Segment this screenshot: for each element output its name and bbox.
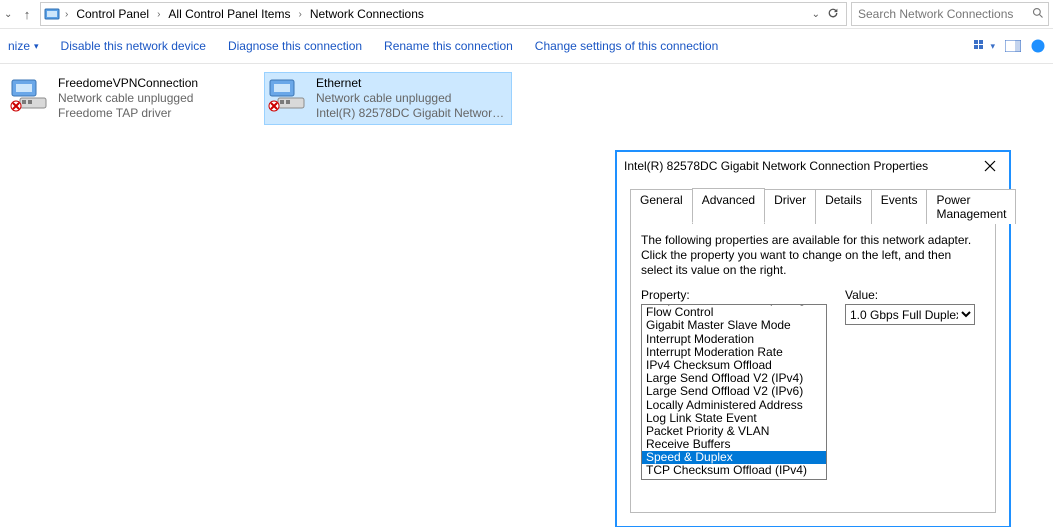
- connection-device: Freedome TAP driver: [58, 106, 198, 121]
- value-label: Value:: [845, 288, 975, 302]
- tab-advanced[interactable]: Advanced: [692, 188, 765, 223]
- breadcrumb[interactable]: › Control Panel › All Control Panel Item…: [40, 2, 847, 26]
- connection-title: FreedomeVPNConnection: [58, 76, 198, 91]
- view-options-icon[interactable]: ▾: [974, 40, 995, 52]
- network-adapter-icon: [268, 76, 308, 112]
- search-icon[interactable]: [1028, 7, 1044, 22]
- tab-events[interactable]: Events: [871, 189, 928, 224]
- command-bar: nize▾ Disable this network device Diagno…: [0, 29, 1053, 64]
- breadcrumb-item[interactable]: Control Panel: [72, 7, 153, 21]
- connection-status: Network cable unplugged: [316, 91, 508, 106]
- change-settings-button[interactable]: Change settings of this connection: [535, 39, 718, 53]
- view-controls: ▾: [974, 39, 1045, 53]
- tab-panel-advanced: The following properties are available f…: [630, 223, 996, 513]
- chevron-right-icon[interactable]: ›: [296, 9, 303, 20]
- property-option[interactable]: Interrupt Moderation Rate: [642, 346, 826, 359]
- address-dropdown-caret[interactable]: ⌄: [812, 9, 820, 20]
- property-option[interactable]: Gigabit Master Slave Mode: [642, 319, 826, 332]
- network-adapter-icon: [10, 76, 50, 112]
- organize-menu[interactable]: nize▾: [8, 39, 39, 53]
- rename-connection-button[interactable]: Rename this connection: [384, 39, 513, 53]
- preview-pane-icon[interactable]: [1005, 40, 1021, 52]
- property-list[interactable]: Adaptive Inter-Frame SpacingFlow Control…: [641, 304, 827, 480]
- dialog-titlebar[interactable]: Intel(R) 82578DC Gigabit Network Connect…: [616, 151, 1010, 181]
- diagnose-connection-button[interactable]: Diagnose this connection: [228, 39, 362, 53]
- up-arrow-icon[interactable]: ↑: [18, 7, 36, 22]
- address-bar: ⌄ ↑ › Control Panel › All Control Panel …: [0, 0, 1053, 29]
- disable-device-button[interactable]: Disable this network device: [61, 39, 206, 53]
- value-select[interactable]: 1.0 Gbps Full Duplex: [845, 304, 975, 325]
- breadcrumb-item[interactable]: All Control Panel Items: [164, 7, 294, 21]
- tab-power-management[interactable]: Power Management: [926, 189, 1016, 224]
- property-option[interactable]: Log Link State Event: [642, 412, 826, 425]
- breadcrumb-item[interactable]: Network Connections: [306, 7, 428, 21]
- close-icon[interactable]: [978, 154, 1002, 178]
- search-box[interactable]: [851, 2, 1049, 26]
- tab-driver[interactable]: Driver: [764, 189, 816, 224]
- tab-general[interactable]: General: [630, 189, 693, 224]
- search-input[interactable]: [856, 6, 1028, 22]
- connection-device: Intel(R) 82578DC Gigabit Network...: [316, 106, 508, 121]
- property-option[interactable]: TCP Checksum Offload (IPv4): [642, 464, 826, 477]
- property-option[interactable]: Locally Administered Address: [642, 399, 826, 412]
- dialog-title: Intel(R) 82578DC Gigabit Network Connect…: [624, 159, 978, 173]
- advanced-description: The following properties are available f…: [641, 233, 985, 278]
- connection-item[interactable]: Ethernet Network cable unplugged Intel(R…: [264, 72, 512, 125]
- connection-status: Network cable unplugged: [58, 91, 198, 106]
- property-option[interactable]: Interrupt Moderation: [642, 333, 826, 346]
- history-dropdown-caret[interactable]: ⌄: [4, 9, 14, 20]
- property-label: Property:: [641, 288, 827, 302]
- property-option[interactable]: Large Send Offload V2 (IPv6): [642, 385, 826, 398]
- connections-pane: FreedomeVPNConnection Network cable unpl…: [0, 64, 1053, 133]
- chevron-right-icon[interactable]: ›: [155, 9, 162, 20]
- chevron-right-icon[interactable]: ›: [63, 9, 70, 20]
- tab-details[interactable]: Details: [815, 189, 872, 224]
- tab-strip: General Advanced Driver Details Events P…: [630, 187, 996, 223]
- properties-dialog: Intel(R) 82578DC Gigabit Network Connect…: [615, 150, 1011, 527]
- connection-title: Ethernet: [316, 76, 508, 91]
- control-panel-icon: [43, 5, 61, 23]
- help-icon[interactable]: [1031, 39, 1045, 53]
- refresh-icon[interactable]: [826, 6, 840, 23]
- connection-item[interactable]: FreedomeVPNConnection Network cable unpl…: [6, 72, 254, 125]
